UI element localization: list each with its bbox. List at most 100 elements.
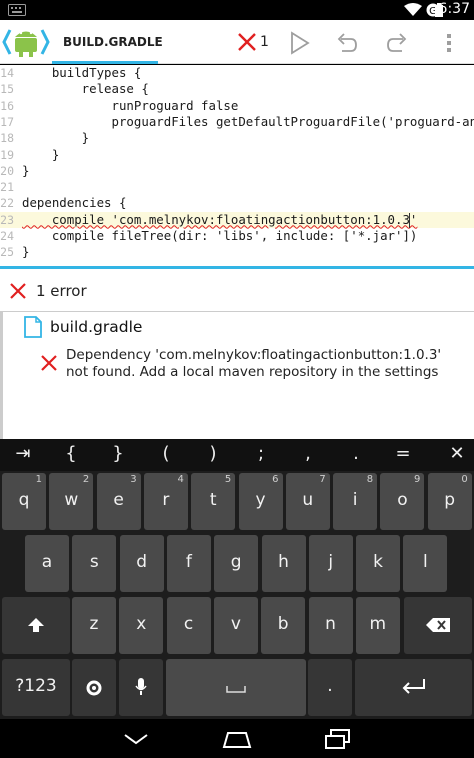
key-z[interactable]: z — [72, 597, 116, 654]
redo-icon[interactable] — [384, 30, 410, 56]
overflow-menu-icon[interactable] — [436, 30, 462, 56]
key-c[interactable]: c — [166, 597, 211, 654]
open-paren-key[interactable]: ( — [146, 443, 186, 464]
key-e[interactable]: e3 — [96, 473, 141, 530]
period-key[interactable]: . — [308, 659, 352, 716]
line-number: 15 — [0, 82, 14, 97]
line-number: 22 — [0, 196, 14, 211]
code-line[interactable]: 21 — [0, 179, 474, 195]
line-number: 25 — [0, 245, 14, 260]
line-code: } — [22, 162, 30, 178]
back-down-icon[interactable] — [122, 729, 150, 749]
key-a[interactable]: a — [25, 535, 69, 592]
soft-keyboard: ⇥{}();,. = ✕ q1w2e3r4t5y6u7i8o9p0asdfghjkl… — [0, 439, 474, 719]
backspace-key[interactable] — [404, 597, 472, 654]
key-label: b — [277, 614, 289, 634]
open-brace-key[interactable]: { — [51, 443, 91, 464]
key-b[interactable]: b — [261, 597, 306, 654]
key-n[interactable]: n — [308, 597, 353, 654]
close-paren-key[interactable]: ) — [193, 443, 233, 464]
settings-key[interactable] — [72, 659, 116, 716]
space-key[interactable] — [166, 659, 306, 716]
key-label: c — [183, 614, 194, 634]
key-m[interactable]: m — [355, 597, 400, 654]
code-line[interactable]: 20} — [0, 163, 474, 179]
key-label: l — [423, 552, 428, 572]
key-w[interactable]: w2 — [49, 473, 94, 530]
code-line[interactable]: 22 dependencies { — [0, 195, 474, 211]
key-k[interactable]: k — [356, 535, 401, 592]
key-g[interactable]: g — [214, 535, 259, 592]
period-symbol-key[interactable]: . — [336, 443, 376, 464]
key-p[interactable]: p0 — [427, 473, 472, 530]
code-line[interactable]: 19 } — [0, 147, 474, 163]
code-line[interactable]: 18 } — [0, 130, 474, 146]
code-editor[interactable]: 14 buildTypes {15 release {16 runProguar… — [0, 65, 474, 268]
line-number: 19 — [0, 147, 14, 162]
code-line[interactable]: 15 release { — [0, 81, 474, 97]
key-label: j — [328, 552, 334, 572]
key-s[interactable]: s — [72, 535, 117, 592]
key-label: r — [162, 490, 170, 510]
voice-input-key[interactable] — [119, 659, 163, 716]
key-j[interactable]: j — [308, 535, 353, 592]
undo-icon[interactable] — [334, 30, 360, 56]
key-l[interactable]: l — [403, 535, 448, 592]
code-line[interactable]: 25} — [0, 244, 474, 260]
error-count-button[interactable]: 1 — [232, 28, 272, 56]
key-label: m — [369, 614, 387, 634]
comma-key[interactable]: , — [288, 443, 328, 464]
space-bar-icon — [226, 686, 246, 693]
key-o[interactable]: o9 — [380, 473, 425, 530]
status-bar: G 6:37 — [0, 0, 474, 20]
run-icon[interactable] — [286, 30, 312, 56]
line-number: 24 — [0, 229, 14, 243]
app-logo-icon[interactable] — [2, 24, 50, 60]
action-bar: BUILD.GRADLE 1 — [0, 20, 474, 64]
key-x[interactable]: x — [119, 597, 164, 654]
line-code: dependencies { — [22, 195, 127, 211]
shift-key[interactable] — [2, 597, 70, 654]
code-line[interactable]: 23 compile 'com.melnykov:floatingactionb… — [0, 211, 474, 228]
key-v[interactable]: v — [213, 597, 258, 654]
shift-icon — [28, 618, 44, 632]
tab-build-gradle[interactable]: BUILD.GRADLE — [52, 20, 163, 64]
error-count: 1 — [260, 34, 269, 50]
code-line[interactable]: 14 buildTypes { — [0, 65, 474, 81]
key-y[interactable]: y6 — [238, 473, 283, 530]
errors-header[interactable]: 1 error — [0, 269, 474, 312]
code-line[interactable]: 17 proguardFiles getDefaultProguardFile(… — [0, 114, 474, 130]
recent-apps-icon[interactable] — [324, 728, 352, 750]
key-label: y — [255, 490, 266, 510]
home-icon[interactable] — [222, 729, 252, 749]
key-t[interactable]: t5 — [191, 473, 236, 530]
enter-icon — [402, 679, 425, 694]
symbols-mode-key[interactable]: ?123 — [2, 659, 70, 716]
close-brace-key[interactable]: } — [98, 443, 138, 464]
key-hint: 1 — [35, 474, 42, 485]
code-line[interactable]: 16 runProguard false — [0, 98, 474, 114]
key-label: v — [230, 614, 241, 634]
key-q[interactable]: q1 — [2, 473, 46, 530]
close-symbols-key[interactable]: ✕ — [437, 443, 474, 464]
key-label: e — [113, 490, 124, 510]
tab-key[interactable]: ⇥ — [3, 443, 43, 464]
equals-key[interactable]: = — [383, 443, 423, 464]
key-i[interactable]: i8 — [333, 473, 378, 530]
key-f[interactable]: f — [166, 535, 211, 592]
key-hint: 0 — [461, 474, 468, 485]
key-d[interactable]: d — [119, 535, 164, 592]
key-r[interactable]: r4 — [143, 473, 188, 530]
key-u[interactable]: u7 — [285, 473, 330, 530]
errors-summary: 1 error — [36, 282, 87, 300]
file-icon — [24, 316, 42, 338]
key-label: f — [185, 552, 192, 572]
semicolon-key[interactable]: ; — [241, 443, 281, 464]
navigation-bar — [0, 719, 474, 758]
key-hint: 6 — [272, 474, 279, 485]
key-h[interactable]: h — [261, 535, 306, 592]
code-line[interactable]: 24 compile fileTree(dir: 'libs', include… — [0, 228, 474, 244]
key-label: t — [209, 490, 217, 510]
line-code: proguardFiles getDefaultProguardFile('pr… — [22, 113, 474, 129]
enter-key[interactable] — [355, 659, 472, 716]
